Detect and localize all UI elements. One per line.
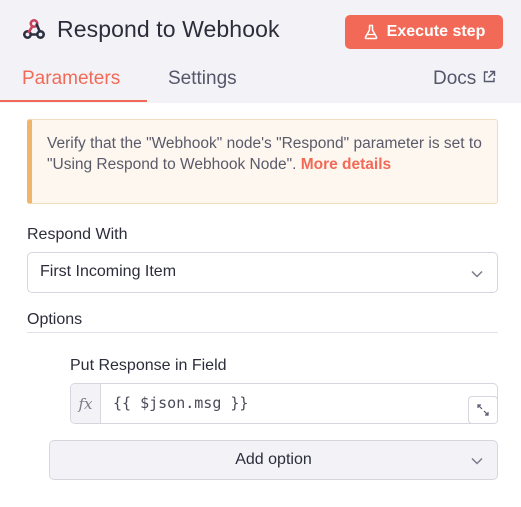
respond-with-label: Respond With [27,226,128,243]
docs-link[interactable]: Docs [433,68,496,90]
fx-icon: fx [71,384,101,423]
expand-icon [477,404,489,416]
expression-value[interactable]: {{ $json.msg }} [113,394,248,412]
page-title: Respond to Webhook [57,16,280,42]
execute-step-button[interactable]: Execute step [345,15,503,49]
add-option-button[interactable]: Add option [49,440,498,480]
execute-step-label: Execute step [386,23,486,40]
options-heading: Options [27,311,83,328]
expand-editor-button[interactable] [468,396,498,424]
warning-notice: Verify that the "Webhook" node's "Respon… [27,119,498,204]
node-header: Respond to Webhook Execute step Paramete… [0,0,521,103]
flask-icon [364,24,378,40]
tab-settings[interactable]: Settings [168,68,237,90]
respond-with-select[interactable]: First Incoming Item [27,252,498,293]
put-response-label: Put Response in Field [70,357,227,374]
notice-text: Verify that the "Webhook" node's "Respon… [47,135,482,173]
more-details-link[interactable]: More details [301,156,391,173]
chevron-down-icon [471,457,483,465]
put-response-expression-field[interactable]: fx {{ $json.msg }} [70,383,498,424]
add-option-label: Add option [235,451,312,468]
active-tab-indicator [0,100,147,102]
tab-parameters[interactable]: Parameters [22,68,120,90]
options-divider [27,332,498,333]
parameters-panel: Verify that the "Webhook" node's "Respon… [0,103,521,507]
respond-with-value: First Incoming Item [40,263,177,280]
webhook-icon [22,18,46,40]
chevron-down-icon [471,270,483,278]
docs-label: Docs [433,68,477,89]
external-link-icon [484,70,496,83]
